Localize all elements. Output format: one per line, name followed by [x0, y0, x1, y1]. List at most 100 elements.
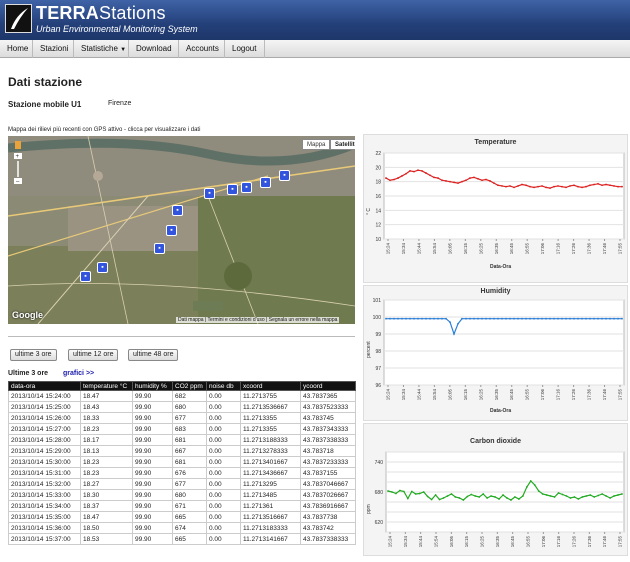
data-point	[418, 492, 421, 495]
data-point	[541, 493, 544, 495]
table-cell: 0.00	[206, 511, 241, 523]
data-point	[585, 185, 587, 188]
table-row: 2013/10/14 15:29:00 18.13 99.90 667 0.00 11.2…	[8, 445, 356, 457]
table-section-label: Ultime 3 ore	[8, 370, 49, 377]
table-cell: 18.23	[80, 423, 133, 435]
table-cell: 0.00	[206, 522, 241, 534]
x-tick-label: 17:26	[571, 243, 576, 255]
table-cell: 11.2713436667	[240, 467, 301, 479]
nav-download[interactable]: Download	[129, 40, 179, 58]
data-point	[549, 317, 551, 320]
bus-marker-icon[interactable]: ▪	[204, 188, 215, 199]
table-cell: 43.7837233333	[300, 456, 356, 468]
map-attribution[interactable]: Dati mappa | Termini e condizioni d'uso …	[176, 317, 340, 323]
data-point	[473, 317, 475, 320]
table-row: 2013/10/14 15:30:00 18.23 99.90 681 0.00 11.2…	[8, 456, 356, 468]
bus-marker-icon[interactable]: ▪	[279, 170, 290, 181]
data-point	[417, 169, 419, 172]
data-point	[581, 496, 584, 498]
table-row: 2013/10/14 15:34:00 18.37 99.90 671 0.00 11.2…	[8, 500, 356, 512]
data-point	[421, 170, 423, 172]
data-point	[453, 181, 455, 184]
plot-area	[383, 299, 625, 386]
table-cell: 0.00	[206, 401, 241, 413]
data-point	[529, 185, 531, 188]
nav-statistiche[interactable]: Statistiche ▼	[74, 40, 129, 58]
map-type-satellite-button[interactable]: Satellite	[330, 139, 355, 150]
data-point	[387, 490, 389, 492]
table-cell: 99.90	[132, 445, 173, 457]
x-tick-label: 17:26	[572, 536, 577, 548]
data-point	[541, 185, 543, 187]
table-cell: 2013/10/14 15:26:00	[8, 412, 81, 424]
y-tick-label: 680	[375, 490, 384, 496]
data-point	[481, 317, 483, 320]
last-3-hours-button[interactable]: ultime 3 ore	[10, 349, 57, 361]
bus-marker-icon[interactable]: ▪	[97, 262, 108, 273]
bus-marker-icon[interactable]: ▪	[80, 271, 91, 282]
bus-marker-icon[interactable]: ▪	[227, 184, 238, 195]
table-row: 2013/10/14 15:26:00 18.33 99.90 677 0.00 11.2…	[8, 412, 356, 424]
data-point	[597, 317, 599, 320]
humidity-chart-title: Humidity	[480, 288, 511, 295]
charts-link[interactable]: grafici >>	[63, 370, 94, 377]
table-cell: 2013/10/14 15:31:00	[8, 467, 81, 479]
data-point	[445, 317, 447, 320]
satellite-map[interactable]: +– Mappa Satellite ▪ ▪ ▪ ▪ ▪ ▪ ▪ ▪ ▪ ▪ G…	[8, 136, 355, 324]
column-header: humidity %	[132, 381, 173, 391]
data-point	[426, 495, 429, 498]
nav-accounts[interactable]: Accounts	[179, 40, 225, 58]
nav-stazioni[interactable]: Stazioni	[33, 40, 74, 58]
bus-marker-icon[interactable]: ▪	[260, 177, 271, 188]
data-point	[545, 494, 548, 496]
last-48-hours-button[interactable]: ultime 48 ore	[128, 349, 179, 361]
data-point	[470, 493, 473, 496]
data-point	[573, 496, 576, 498]
bus-marker-icon[interactable]: ▪	[166, 225, 177, 236]
last-12-hours-button[interactable]: ultime 12 ore	[68, 349, 119, 361]
data-point	[414, 493, 417, 495]
table-cell: 43.7837338333	[300, 434, 356, 446]
data-point	[465, 179, 467, 182]
table-cell: 43.7837046667	[300, 478, 356, 490]
table-cell: 683	[172, 423, 207, 435]
nav-home[interactable]: Home	[0, 40, 33, 58]
data-point	[509, 317, 511, 320]
data-point	[473, 176, 475, 179]
table-cell: 0.00	[206, 500, 241, 512]
x-tick-label: 17:55	[618, 243, 623, 255]
data-point	[569, 497, 572, 499]
data-point	[613, 185, 615, 187]
map-type-map-button[interactable]: Mappa	[302, 139, 331, 150]
data-point	[410, 490, 413, 493]
bus-marker-icon[interactable]: ▪	[154, 243, 165, 254]
bus-marker-icon[interactable]: ▪	[172, 205, 183, 216]
data-point	[429, 317, 431, 320]
table-cell: 680	[172, 401, 207, 413]
data-point	[601, 317, 603, 320]
data-point	[506, 497, 508, 499]
y-tick-label: 20	[375, 165, 381, 171]
table-cell: 43.783745	[300, 412, 356, 424]
y-tick-label: 98	[375, 349, 381, 355]
data-point	[517, 498, 520, 500]
data-point	[569, 185, 571, 187]
data-point	[425, 172, 427, 174]
brand-title: TERRAStations	[36, 3, 166, 23]
data-point	[581, 317, 583, 320]
data-point	[494, 496, 496, 498]
column-header: temperature °C	[80, 381, 133, 391]
nav-logout[interactable]: Logout	[225, 40, 265, 58]
y-tick-label: 18	[375, 180, 381, 186]
table-cell: 43.7837155	[300, 467, 356, 479]
table-row: 2013/10/14 15:27:00 18.23 99.90 683 0.00 11.2…	[8, 423, 356, 435]
data-point	[549, 187, 551, 190]
data-point	[621, 185, 623, 188]
zoom-control[interactable]: + –	[13, 141, 23, 186]
table-cell: 18.13	[80, 445, 133, 457]
table-cell: 2013/10/14 15:37:00	[8, 533, 81, 545]
data-point	[593, 183, 595, 186]
data-point	[413, 317, 415, 320]
bus-marker-icon[interactable]: ▪	[241, 182, 252, 193]
table-cell: 43.783742	[300, 522, 356, 534]
